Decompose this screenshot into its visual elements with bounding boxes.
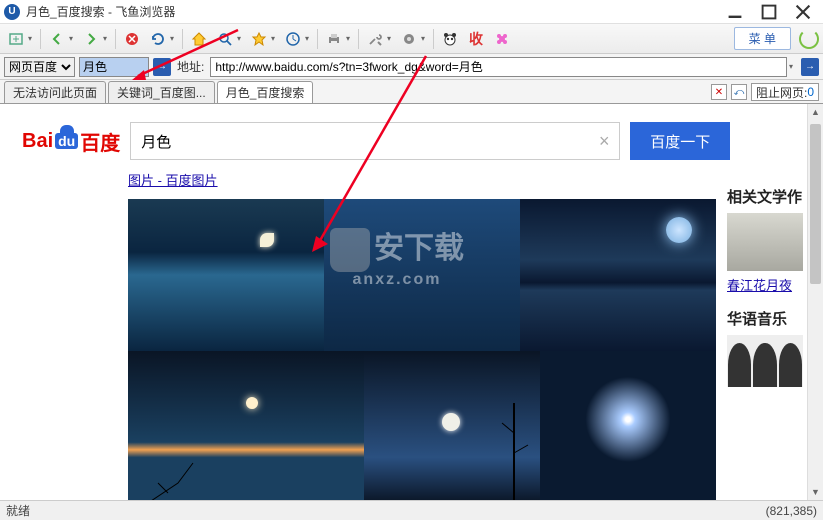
favorite-add-icon[interactable]: 收 [464,27,488,51]
image-result[interactable] [520,199,716,351]
scroll-down-icon[interactable]: ▼ [808,484,823,500]
tab-label: 无法访问此页面 [13,84,97,101]
maximize-button[interactable] [761,4,777,20]
block-label: 阻止网页: [756,84,807,101]
image-result[interactable] [364,351,540,500]
back-button[interactable] [45,27,69,51]
scroll-up-icon[interactable]: ▲ [808,104,823,120]
forward-button[interactable] [79,27,103,51]
tab-label: 关键词_百度图... [117,84,206,101]
dropdown-icon[interactable]: ▾ [346,34,354,43]
settings-button[interactable] [397,27,421,51]
close-tab-button[interactable]: ✕ [711,84,727,100]
image-result[interactable] [540,351,716,500]
clear-search-icon[interactable]: × [589,131,619,152]
dropdown-icon[interactable]: ▾ [387,34,395,43]
app-icon: U [4,4,20,20]
dropdown-icon[interactable]: ▾ [69,34,77,43]
menu-button[interactable]: 菜 单 [734,27,791,50]
panda-icon[interactable] [438,27,462,51]
sidebar-section-title: 华语音乐 [727,308,807,329]
minimize-button[interactable] [727,4,743,20]
image-result[interactable] [128,351,364,500]
dropdown-icon[interactable]: ▾ [103,34,111,43]
dropdown-icon[interactable]: ▾ [789,62,797,71]
home-button[interactable] [187,27,211,51]
related-sidebar: 相关文学作 春江花月夜 华语音乐 [727,104,807,401]
address-label: 地址: [177,58,204,75]
sidebar-link[interactable]: 春江花月夜 [727,278,792,293]
sidebar-section-title: 相关文学作 [727,186,807,207]
vertical-scrollbar[interactable]: ▲ ▼ [807,104,823,500]
window-titlebar: U 月色_百度搜索 - 飞鱼浏览器 [0,0,823,24]
loading-indicator-icon [799,29,819,49]
mini-search-go-button[interactable]: → [153,58,171,76]
image-results-grid [128,199,718,500]
dropdown-icon[interactable]: ▾ [170,34,178,43]
tab-moonlight[interactable]: 月色_百度搜索 [217,81,314,103]
refresh-button[interactable] [146,27,170,51]
cursor-coordinates: (821,385) [766,504,817,518]
block-count: 0 [807,85,814,99]
zoom-button[interactable] [213,27,237,51]
search-engine-select[interactable]: 网页百度 [4,57,75,77]
dropdown-icon[interactable]: ▾ [421,34,429,43]
history-button[interactable] [281,27,305,51]
url-input[interactable] [210,57,787,77]
flower-icon[interactable] [490,27,514,51]
image-result[interactable] [324,199,520,351]
tab-keywords[interactable]: 关键词_百度图... [108,81,215,103]
baidu-search-button[interactable]: 百度一下 [630,122,730,160]
baidu-search-input[interactable] [131,123,589,159]
mini-search-input[interactable] [79,57,149,77]
tools-button[interactable] [363,27,387,51]
tab-error[interactable]: 无法访问此页面 [4,81,106,103]
sidebar-image[interactable] [727,335,803,387]
tab-label: 月色_百度搜索 [226,84,305,101]
baidu-search-header: Baidu百度 × 百度一下 [0,104,807,170]
baidu-logo[interactable]: Baidu百度 [22,127,120,156]
window-title: 月色_百度搜索 - 飞鱼浏览器 [26,3,727,20]
status-text: 就绪 [6,502,30,519]
url-go-button[interactable]: → [801,58,819,76]
status-bar: 就绪 (821,385) [0,500,823,520]
scrollbar-thumb[interactable] [810,124,821,284]
dropdown-icon[interactable]: ▾ [305,34,313,43]
close-button[interactable] [795,4,811,20]
restore-tab-button[interactable]: ⤺ [731,84,747,100]
page-content: Baidu百度 × 百度一下 图片 - 百度图片 相关文学作 春江花月夜 华语音… [0,104,807,500]
dropdown-icon[interactable]: ▾ [28,34,36,43]
new-tab-button[interactable] [4,27,28,51]
tab-bar: 无法访问此页面 关键词_百度图... 月色_百度搜索 ✕ ⤺ 阻止网页:0 [0,80,823,104]
print-button[interactable] [322,27,346,51]
sidebar-image[interactable] [727,213,803,271]
address-bar: 网页百度 → 地址: ▾ → [0,54,823,80]
dropdown-icon[interactable]: ▾ [271,34,279,43]
main-toolbar: ▾ ▾ ▾ ▾ ▾ ▾ ▾ ▾ ▾ ▾ 收 菜 单 [0,24,823,54]
dropdown-icon[interactable]: ▾ [237,34,245,43]
stop-button[interactable] [120,27,144,51]
blocked-pages-indicator: 阻止网页:0 [751,83,819,101]
image-result[interactable] [128,199,324,351]
favorites-button[interactable] [247,27,271,51]
image-results-link[interactable]: 图片 - 百度图片 [128,170,218,195]
search-box: × [130,122,620,160]
